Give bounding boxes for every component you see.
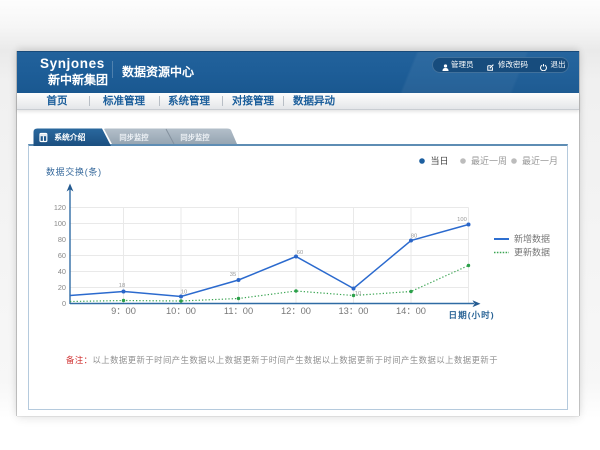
- svg-text:0: 0: [62, 299, 66, 308]
- svg-text:9：00: 9：00: [111, 306, 136, 316]
- svg-text:11：00: 11：00: [224, 306, 253, 316]
- svg-text:100: 100: [457, 217, 467, 223]
- svg-text:20: 20: [58, 283, 66, 292]
- svg-text:更新数据: 更新数据: [514, 247, 550, 258]
- svg-text:80: 80: [411, 234, 417, 240]
- svg-text:10：00: 10：00: [166, 306, 196, 316]
- svg-text:100: 100: [54, 219, 66, 228]
- svg-text:数据交换(条): 数据交换(条): [46, 166, 102, 177]
- svg-text:10: 10: [181, 290, 187, 296]
- svg-text:60: 60: [297, 250, 303, 256]
- svg-text:10: 10: [355, 291, 361, 297]
- svg-text:18: 18: [119, 283, 125, 289]
- svg-text:14：00: 14：00: [396, 306, 426, 316]
- svg-text:13：00: 13：00: [339, 306, 369, 316]
- svg-text:12：00: 12：00: [281, 306, 311, 316]
- svg-text:当日: 当日: [431, 155, 449, 166]
- svg-text:新增数据: 新增数据: [514, 233, 550, 244]
- svg-text:日期(小时): 日期(小时): [449, 309, 495, 320]
- svg-text:80: 80: [58, 235, 66, 244]
- svg-text:60: 60: [58, 251, 66, 260]
- svg-text:最近一月: 最近一月: [522, 155, 558, 166]
- svg-text:40: 40: [58, 267, 66, 276]
- svg-text:35: 35: [230, 272, 236, 278]
- svg-text:120: 120: [54, 203, 66, 212]
- svg-text:最近一周: 最近一周: [471, 155, 507, 166]
